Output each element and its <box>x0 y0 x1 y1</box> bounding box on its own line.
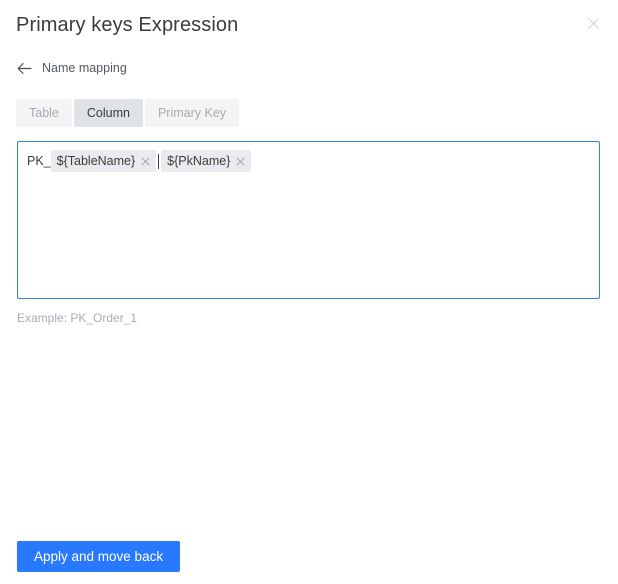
expression-content: PK_ ${TableName} ${PkName} <box>27 150 590 172</box>
tab-table[interactable]: Table <box>16 99 72 127</box>
tab-column-label: Column <box>86 106 130 120</box>
scope-tab-bar: Table Column Primary Key <box>16 99 240 127</box>
tab-column[interactable]: Column <box>73 99 143 127</box>
apply-and-move-back-button[interactable]: Apply and move back <box>17 541 181 572</box>
back-to-name-mapping-link[interactable]: Name mapping <box>16 60 127 76</box>
expression-example-hint: Example: PK_Order_1 <box>17 311 138 325</box>
page-title: Primary keys Expression <box>16 14 239 36</box>
tab-table-label: Table <box>29 106 59 120</box>
expression-token-pkname-label: ${PkName} <box>167 154 231 168</box>
text-cursor <box>158 153 160 169</box>
expression-token-tablename-label: ${TableName} <box>56 154 136 168</box>
expression-prefix-text: PK_ <box>27 154 51 168</box>
close-icon <box>587 17 600 30</box>
arrow-left-icon <box>16 60 32 76</box>
close-button[interactable] <box>583 13 603 33</box>
close-icon[interactable] <box>140 156 151 167</box>
expression-token-pkname[interactable]: ${PkName} <box>161 150 252 172</box>
close-icon[interactable] <box>235 156 246 167</box>
tab-primary-key[interactable]: Primary Key <box>144 99 240 127</box>
expression-input[interactable]: PK_ ${TableName} ${PkName} <box>17 141 600 299</box>
expression-token-tablename[interactable]: ${TableName} <box>50 150 157 172</box>
back-link-label: Name mapping <box>42 61 127 75</box>
tab-primary-key-label: Primary Key <box>157 106 227 120</box>
